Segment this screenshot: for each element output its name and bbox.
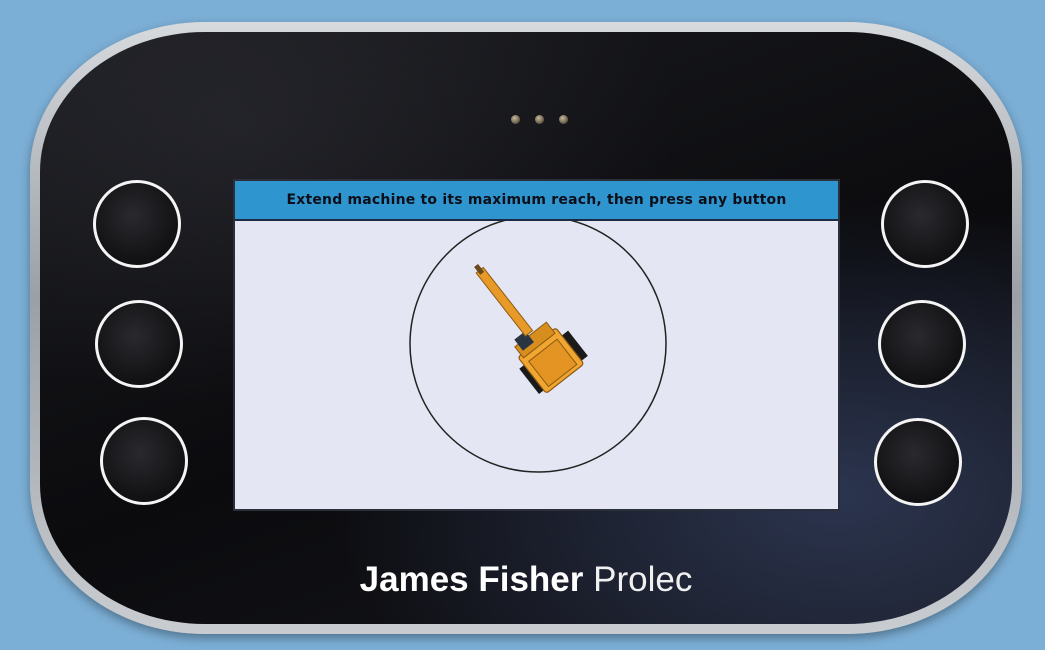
brand-name-light: Prolec — [593, 560, 693, 599]
brand-name-bold: James Fisher — [359, 560, 584, 599]
brand-logo: James Fisher Prolec — [40, 560, 1012, 600]
left-button-bottom[interactable] — [100, 417, 188, 505]
instruction-text: Extend machine to its maximum reach, the… — [286, 192, 787, 208]
right-button-top[interactable] — [881, 180, 969, 268]
indicator-led — [535, 115, 544, 124]
reach-diagram — [409, 221, 667, 473]
excavator-icon — [474, 263, 588, 394]
indicator-led — [511, 115, 520, 124]
display-screen: Extend machine to its maximum reach, the… — [233, 179, 840, 511]
device-bezel: Extend machine to its maximum reach, the… — [30, 22, 1022, 634]
left-button-middle[interactable] — [95, 300, 183, 388]
left-button-top[interactable] — [93, 180, 181, 268]
right-button-middle[interactable] — [878, 300, 966, 388]
right-button-bottom[interactable] — [874, 418, 962, 506]
device-face: Extend machine to its maximum reach, the… — [40, 32, 1012, 624]
indicator-led — [559, 115, 568, 124]
instruction-banner: Extend machine to its maximum reach, the… — [235, 181, 838, 221]
